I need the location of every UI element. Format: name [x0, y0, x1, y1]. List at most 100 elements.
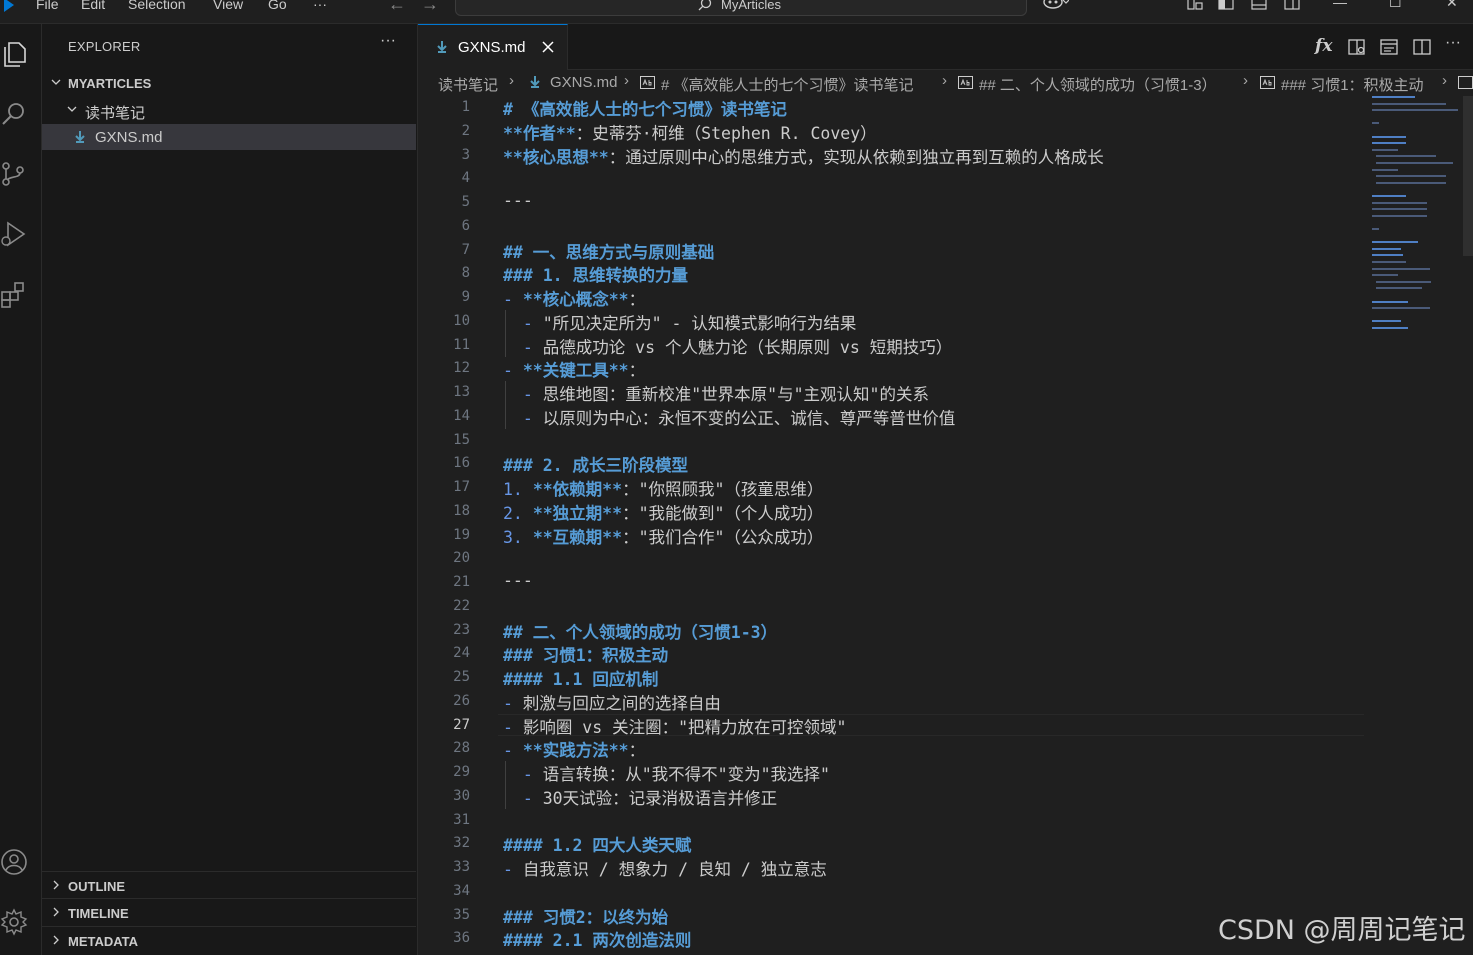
file-name: GXNS.md — [95, 129, 163, 146]
heading-symbol-icon — [1260, 76, 1275, 89]
minimap-line — [1376, 181, 1446, 184]
heading-symbol-icon — [958, 76, 973, 89]
breadcrumb-separator: › — [1243, 72, 1248, 89]
menu-selection[interactable]: Selection — [128, 0, 186, 12]
line-number: 31 — [453, 811, 470, 828]
workspace-folder-row[interactable]: MYARTICLES — [42, 70, 416, 96]
code-line: - **关键工具**： — [503, 357, 645, 381]
code-line: # 《高效能人士的七个习惯》读书笔记 — [503, 96, 787, 120]
vertical-scrollbar[interactable] — [1463, 96, 1473, 256]
plain-text: ： — [628, 361, 646, 381]
breadcrumb-folder[interactable]: 读书笔记 — [438, 74, 498, 95]
breadcrumb-h2[interactable]: ## 二、个人领域的成功（习惯1-3） — [979, 74, 1217, 95]
outline-panel-header[interactable]: OUTLINE — [42, 871, 416, 898]
minimize-icon[interactable]: — — [1333, 0, 1347, 10]
minimap-line — [1372, 228, 1380, 230]
bold-text: **实践方法** — [522, 741, 629, 761]
line-number: 16 — [453, 455, 470, 472]
plain-text: 以原则为中心：永恒不变的公正、诚信、尊严等普世价值 — [542, 408, 956, 428]
math-fx-button[interactable]: fx — [1315, 36, 1332, 56]
code-line: - 自我意识 / 想象力 / 良知 / 独立意志 — [503, 856, 827, 880]
customize-layout-icon[interactable] — [1187, 0, 1203, 10]
heading-text: # 《高效能人士的七个习惯》读书笔记 — [503, 100, 787, 119]
line-number: 33 — [453, 859, 470, 875]
code-line: 1. **依赖期**："你照顾我"（孩童思维） — [503, 476, 823, 500]
list-marker: - — [503, 385, 543, 404]
bold-text: **依赖期** — [532, 480, 623, 499]
outline-label: OUTLINE — [68, 879, 126, 894]
menu-go[interactable]: Go — [268, 0, 287, 12]
markdown-file-icon — [75, 131, 85, 143]
minimap-line — [1372, 320, 1401, 323]
minimap-line — [1372, 247, 1401, 250]
metadata-panel-header[interactable]: METADATA — [42, 926, 416, 953]
line-number: 20 — [453, 550, 470, 567]
toggle-primary-sidebar-icon[interactable] — [1218, 0, 1234, 10]
line-number: 27 — [453, 716, 470, 733]
close-icon[interactable] — [542, 41, 554, 53]
minimap-line — [1372, 148, 1399, 151]
plain-text: ："我能做到"（个人成功） — [622, 503, 824, 523]
back-arrow-icon[interactable]: ← — [388, 0, 406, 15]
timeline-label: TIMELINE — [68, 906, 129, 921]
explorer-files-icon[interactable] — [0, 40, 28, 68]
current-line-highlight — [498, 713, 1364, 736]
tab-gxns-md[interactable]: GXNS.md — [418, 24, 568, 70]
minimap[interactable] — [1372, 96, 1462, 341]
minimap-line — [1372, 195, 1406, 197]
toggle-panel-icon[interactable] — [1251, 0, 1267, 10]
explorer-more-actions[interactable]: ··· — [380, 32, 396, 50]
run-debug-icon[interactable] — [0, 220, 28, 248]
folder-row[interactable]: 读书笔记 — [42, 97, 416, 123]
editor-more-actions[interactable]: ··· — [1445, 34, 1461, 52]
code-line: 3. **互赖期**："我们合作"（公众成功） — [503, 524, 823, 548]
line-number: 12 — [453, 360, 470, 377]
plain-text: 刺激与回应之间的选择自由 — [522, 693, 721, 713]
open-preview-icon[interactable] — [1380, 38, 1398, 56]
close-window-icon[interactable]: ✕ — [1446, 0, 1458, 11]
editor-area: GXNS.md fx ··· 读书笔记 › GXNS.md › # 《高效能人士… — [418, 24, 1473, 955]
copilot-icon[interactable] — [1043, 0, 1069, 10]
breadcrumb-h3[interactable]: ### 习惯1：积极主动 — [1281, 74, 1424, 95]
minimap-line — [1372, 201, 1428, 204]
list-marker: - — [503, 290, 523, 309]
breadcrumb-file[interactable]: GXNS.md — [550, 74, 618, 91]
line-number: 18 — [453, 502, 470, 519]
heading-text: ## 一、思维方式与原则基础 — [503, 242, 715, 262]
workspace-name: MYARTICLES — [68, 76, 152, 91]
minimap-line — [1372, 168, 1399, 171]
vscode-logo-icon[interactable] — [2, 0, 16, 14]
source-control-icon[interactable] — [0, 160, 28, 188]
heading-text: ## 二、个人领域的成功（习惯1-3） — [503, 622, 778, 642]
forward-arrow-icon[interactable]: → — [421, 0, 439, 15]
manage-gear-icon[interactable] — [0, 908, 28, 936]
menu-view[interactable]: View — [213, 0, 243, 12]
line-number: 32 — [453, 835, 470, 852]
breadcrumb-h1[interactable]: # 《高效能人士的七个习惯》读书笔记 — [661, 74, 914, 95]
bold-text: **互赖期** — [532, 527, 623, 547]
bold-text: **核心概念** — [522, 290, 629, 309]
markdown-file-icon — [530, 76, 540, 88]
minimap-line — [1372, 254, 1404, 257]
line-number: 11 — [453, 336, 470, 353]
line-number: 34 — [453, 882, 470, 899]
heading-symbol-icon — [640, 76, 655, 89]
timeline-panel-header[interactable]: TIMELINE — [42, 898, 416, 925]
accounts-icon[interactable] — [0, 848, 28, 876]
file-row-gxns[interactable]: GXNS.md — [42, 124, 416, 150]
split-editor-icon[interactable] — [1413, 38, 1431, 56]
list-marker: 1. — [503, 480, 533, 499]
search-icon[interactable] — [0, 100, 28, 128]
code-line: - 语言转换：从"我不得不"变为"我选择" — [503, 761, 830, 785]
extensions-icon[interactable] — [0, 280, 28, 308]
menu-file[interactable]: File — [36, 0, 59, 12]
code-line: 2. **独立期**："我能做到"（个人成功） — [503, 500, 823, 524]
breadcrumb-separator: › — [509, 72, 514, 89]
line-number: 19 — [453, 526, 470, 543]
menu-more[interactable]: ··· — [313, 0, 327, 12]
maximize-icon[interactable]: ☐ — [1389, 0, 1402, 11]
open-preview-side-icon[interactable] — [1348, 38, 1366, 56]
toggle-secondary-sidebar-icon[interactable] — [1284, 0, 1300, 10]
command-center[interactable]: MyArticles — [455, 0, 1027, 16]
menu-edit[interactable]: Edit — [81, 0, 105, 12]
